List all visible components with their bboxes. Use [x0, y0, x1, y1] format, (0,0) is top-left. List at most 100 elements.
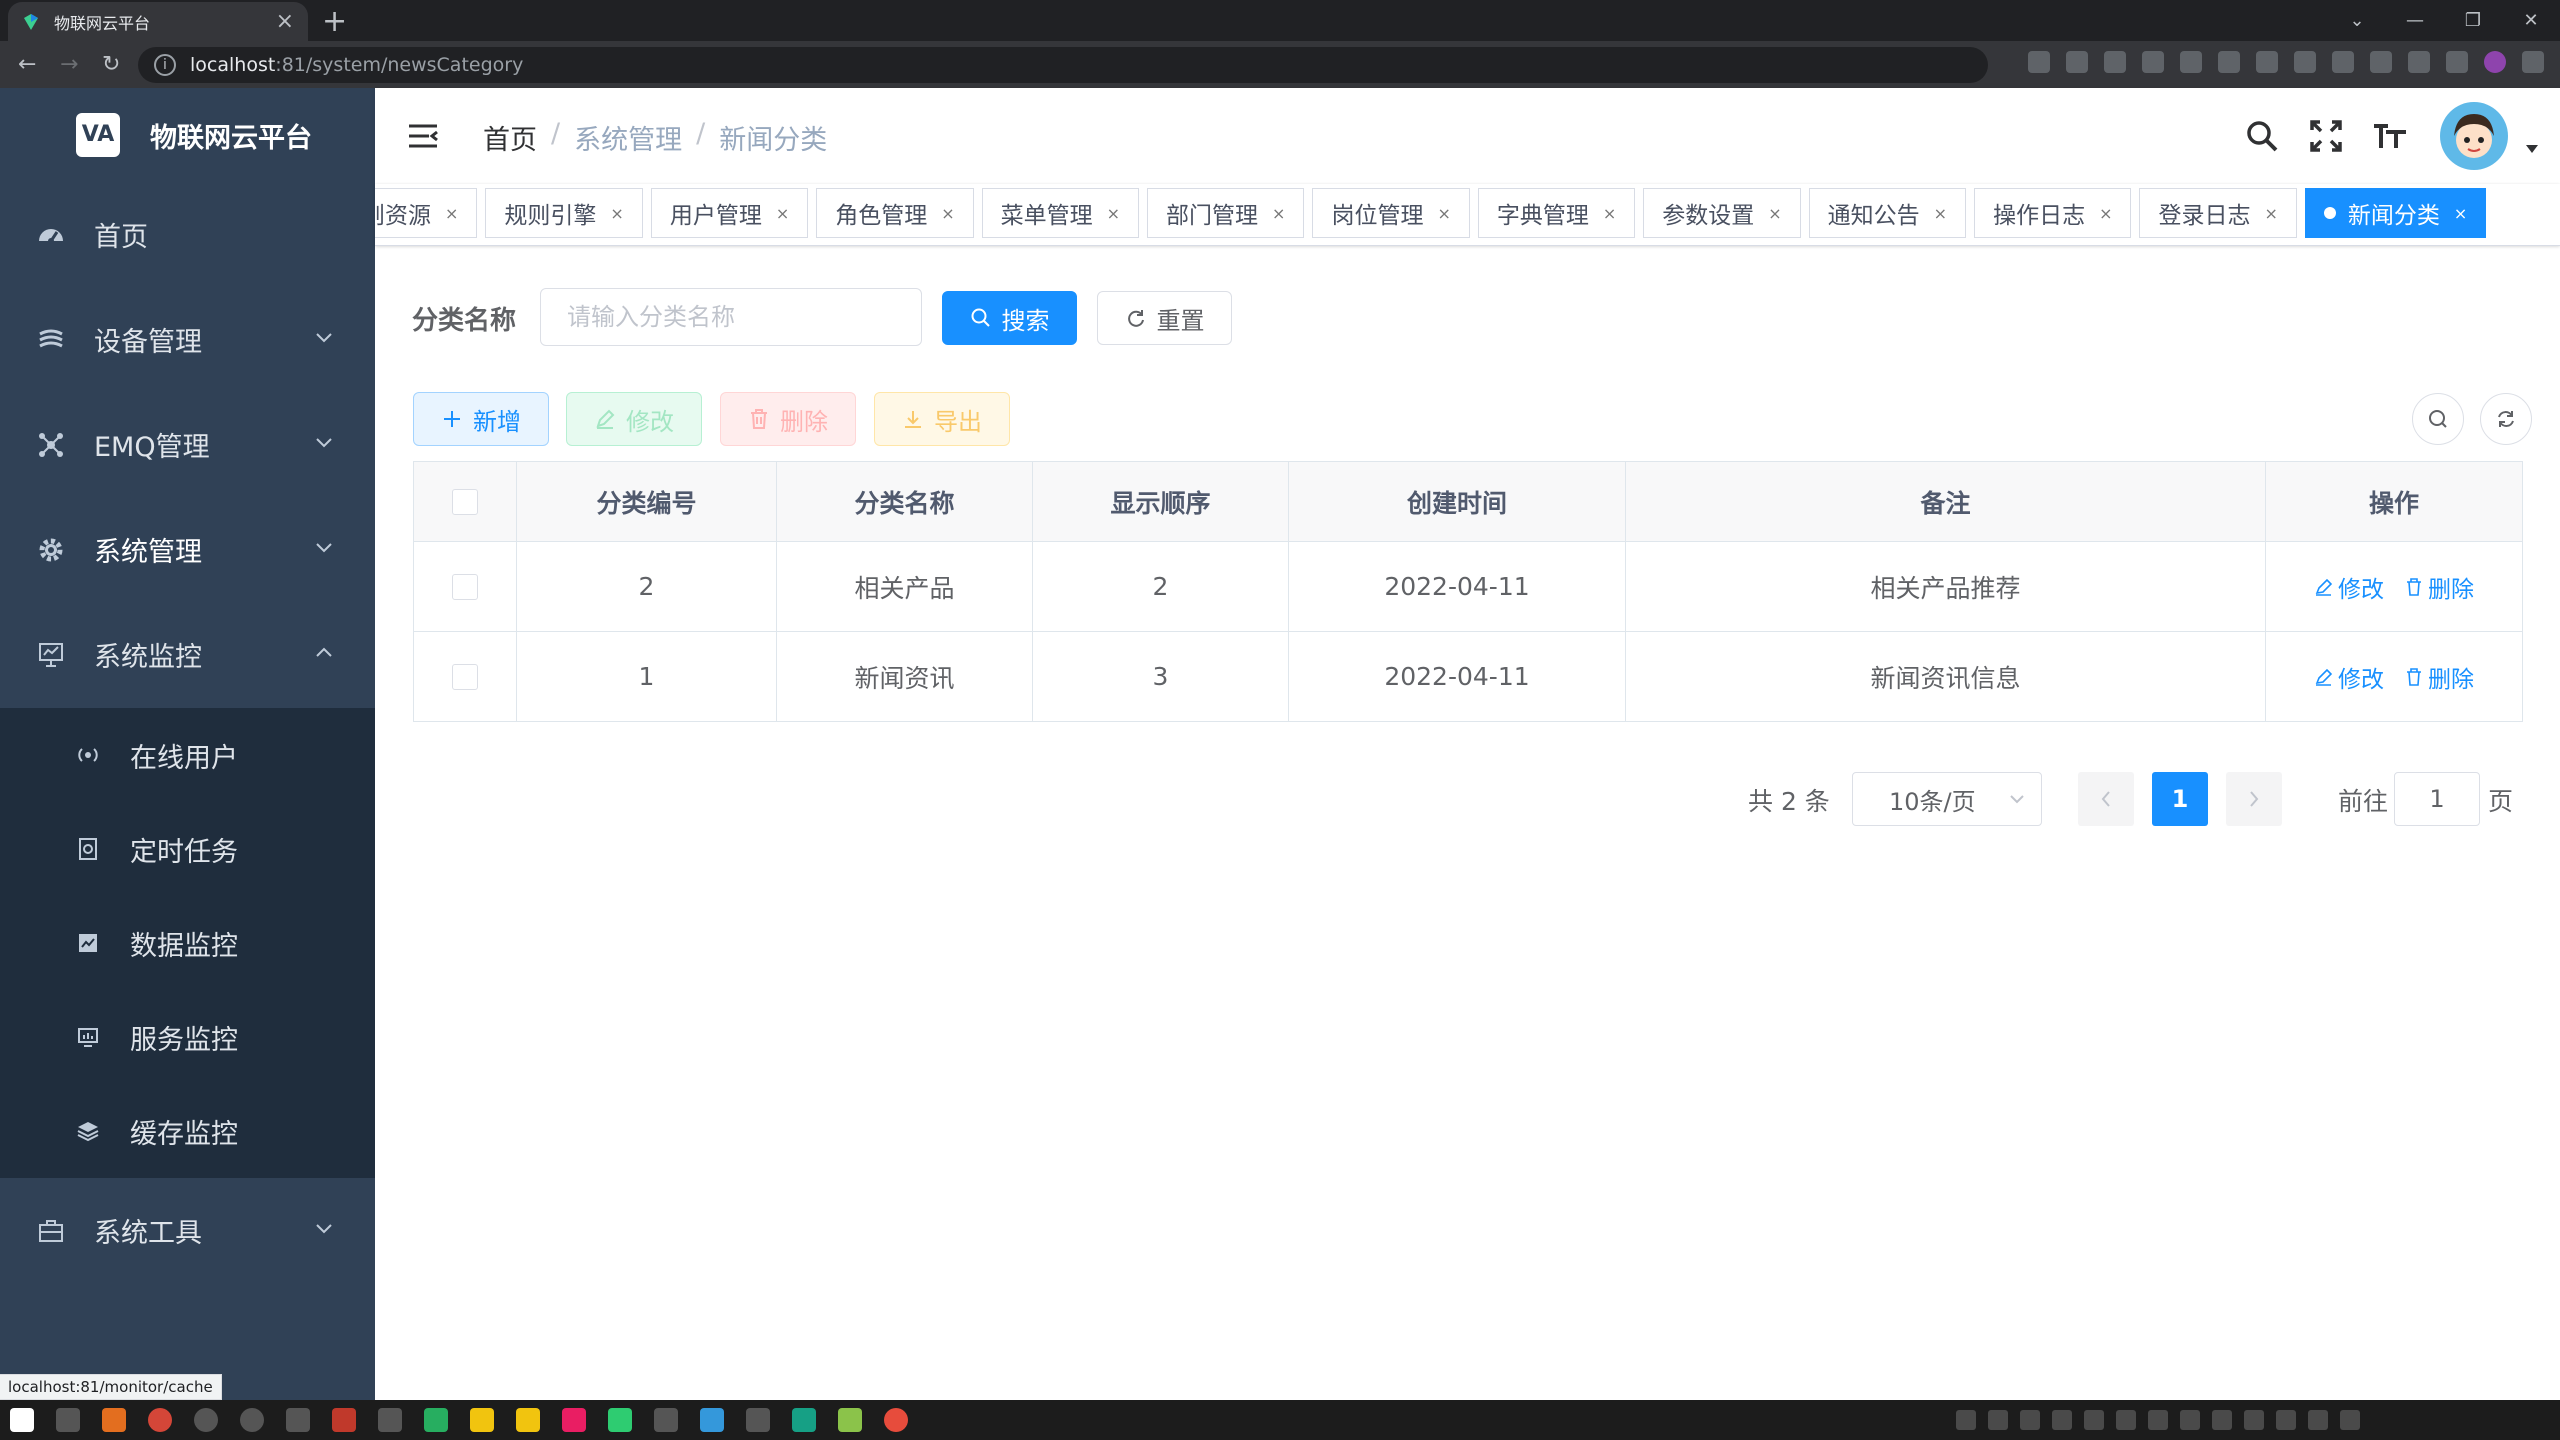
row-select-cell[interactable]	[414, 542, 517, 631]
minimize-icon[interactable]: —	[2386, 10, 2444, 31]
tray-icon[interactable]	[1956, 1410, 1976, 1430]
tag-close-icon[interactable]: ×	[941, 204, 954, 223]
tag-close-icon[interactable]: ×	[776, 204, 789, 223]
share-icon[interactable]	[2142, 51, 2164, 73]
sidebar-item-server-monitor[interactable]: 服务监控	[0, 990, 375, 1084]
tab-search-icon[interactable]: ⌄	[2328, 10, 2386, 31]
search-icon[interactable]	[2230, 104, 2294, 168]
tag-close-icon[interactable]: ×	[1934, 204, 1947, 223]
page-jump-input[interactable]	[2394, 772, 2480, 826]
site-info-icon[interactable]: i	[154, 54, 176, 76]
hamburger-icon[interactable]	[405, 118, 441, 154]
extension-icon[interactable]	[2332, 51, 2354, 73]
row-delete-link[interactable]: 删除	[2404, 660, 2474, 694]
tray-icon[interactable]	[2084, 1410, 2104, 1430]
row-select-cell[interactable]	[414, 632, 517, 721]
zoom-icon[interactable]	[2104, 51, 2126, 73]
tag-close-icon[interactable]: ×	[2264, 204, 2277, 223]
page-size-select[interactable]: 10条/页	[1852, 772, 2042, 826]
avatar[interactable]	[2440, 102, 2508, 170]
export-button[interactable]: 导出	[874, 392, 1010, 446]
tags-view-item[interactable]: 用户管理 ×	[650, 188, 809, 238]
tags-view-item[interactable]: 部门管理 ×	[1147, 188, 1305, 238]
delete-button[interactable]: 删除	[720, 392, 856, 446]
taskbar-app-icon[interactable]	[286, 1408, 310, 1432]
tag-close-icon[interactable]: ×	[445, 204, 458, 223]
puzzle-icon[interactable]	[2408, 51, 2430, 73]
row-checkbox[interactable]	[452, 663, 478, 690]
tray-icon[interactable]	[2020, 1410, 2040, 1430]
tag-close-icon[interactable]: ×	[1107, 204, 1120, 223]
refresh-table-button[interactable]	[2480, 393, 2532, 445]
bookmark-star-icon[interactable]	[2180, 51, 2202, 73]
prev-page-button[interactable]	[2078, 772, 2134, 826]
volume-icon[interactable]	[2340, 1410, 2360, 1430]
more-menu-icon[interactable]	[2522, 51, 2544, 73]
taskbar-app-icon[interactable]	[332, 1408, 356, 1432]
tray-icon[interactable]	[2052, 1410, 2072, 1430]
close-window-icon[interactable]: ✕	[2502, 10, 2560, 31]
row-edit-link[interactable]: 修改	[2314, 660, 2384, 694]
tray-icon[interactable]	[2276, 1410, 2296, 1430]
select-all-checkbox[interactable]	[452, 488, 478, 515]
extension-icon[interactable]	[2256, 51, 2278, 73]
tags-view-item[interactable]: 角色管理 ×	[816, 188, 974, 238]
breadcrumb-home[interactable]: 首页	[483, 118, 537, 157]
tag-close-icon[interactable]: ×	[1768, 204, 1781, 223]
tag-close-icon[interactable]: ×	[610, 204, 623, 223]
toggle-search-button[interactable]	[2412, 393, 2464, 445]
sidebar-item-home[interactable]: 首页	[0, 182, 375, 287]
record-icon[interactable]	[884, 1408, 908, 1432]
tags-view-item[interactable]: 字典管理 ×	[1477, 188, 1636, 238]
taskbar-app-icon[interactable]	[654, 1408, 678, 1432]
taskbar-app-icon[interactable]	[378, 1408, 402, 1432]
windows-start-icon[interactable]	[10, 1408, 34, 1432]
tag-close-icon[interactable]: ×	[1603, 204, 1616, 223]
tags-view-item[interactable]: 则资源 ×	[375, 188, 478, 238]
tags-view-item[interactable]: 参数设置 ×	[1643, 188, 1801, 238]
search-button[interactable]: 搜索	[942, 291, 1077, 345]
extension-icon[interactable]	[2218, 51, 2240, 73]
tray-icon[interactable]	[2212, 1410, 2232, 1430]
taskbar-search-icon[interactable]	[56, 1408, 80, 1432]
forward-icon[interactable]: →	[60, 52, 84, 77]
tags-view-item[interactable]: 新闻分类 ×	[2304, 188, 2487, 238]
taskbar-app-icon[interactable]	[562, 1408, 586, 1432]
tag-close-icon[interactable]: ×	[2454, 204, 2467, 223]
fullscreen-icon[interactable]	[2294, 104, 2358, 168]
network-icon[interactable]	[2308, 1410, 2328, 1430]
taskbar-app-icon[interactable]	[700, 1408, 724, 1432]
tray-icon[interactable]	[2148, 1410, 2168, 1430]
chrome-icon[interactable]	[148, 1408, 172, 1432]
address-bar[interactable]: i localhost:81/system/newsCategory	[138, 47, 1988, 83]
tag-close-icon[interactable]: ×	[2099, 204, 2112, 223]
taskbar-app-icon[interactable]	[792, 1408, 816, 1432]
category-name-input[interactable]	[540, 288, 922, 346]
tags-view-item[interactable]: 菜单管理 ×	[981, 188, 1140, 238]
tray-icon[interactable]	[1988, 1410, 2008, 1430]
taskbar-app-icon[interactable]	[746, 1408, 770, 1432]
row-checkbox[interactable]	[452, 573, 478, 600]
sidebar-item-emq[interactable]: EMQ管理	[0, 392, 375, 497]
reload-icon[interactable]: ↻	[102, 52, 126, 77]
restore-icon[interactable]: ❐	[2444, 10, 2502, 31]
row-edit-link[interactable]: 修改	[2314, 570, 2384, 604]
caret-down-icon[interactable]	[2524, 143, 2540, 155]
browser-tab[interactable]: 物联网云平台 ×	[8, 2, 308, 41]
browser-tab-close-icon[interactable]: ×	[276, 9, 294, 34]
sidebar-item-scheduled-jobs[interactable]: 定时任务	[0, 802, 375, 896]
file-explorer-icon[interactable]	[470, 1408, 494, 1432]
extension-icon[interactable]	[2294, 51, 2316, 73]
taskbar-app-icon[interactable]	[838, 1408, 862, 1432]
tags-view-item[interactable]: 岗位管理 ×	[1312, 188, 1470, 238]
next-page-button[interactable]	[2226, 772, 2282, 826]
tray-icon[interactable]	[2116, 1410, 2136, 1430]
add-button[interactable]: 新增	[413, 392, 549, 446]
header-select-all[interactable]	[414, 462, 517, 541]
side-panel-icon[interactable]	[2446, 51, 2468, 73]
taskbar-app-icon[interactable]	[516, 1408, 540, 1432]
profile-icon[interactable]	[2484, 51, 2506, 73]
tag-close-icon[interactable]: ×	[1437, 204, 1450, 223]
page-number-button[interactable]: 1	[2152, 772, 2208, 826]
taskbar-app-icon[interactable]	[240, 1408, 264, 1432]
